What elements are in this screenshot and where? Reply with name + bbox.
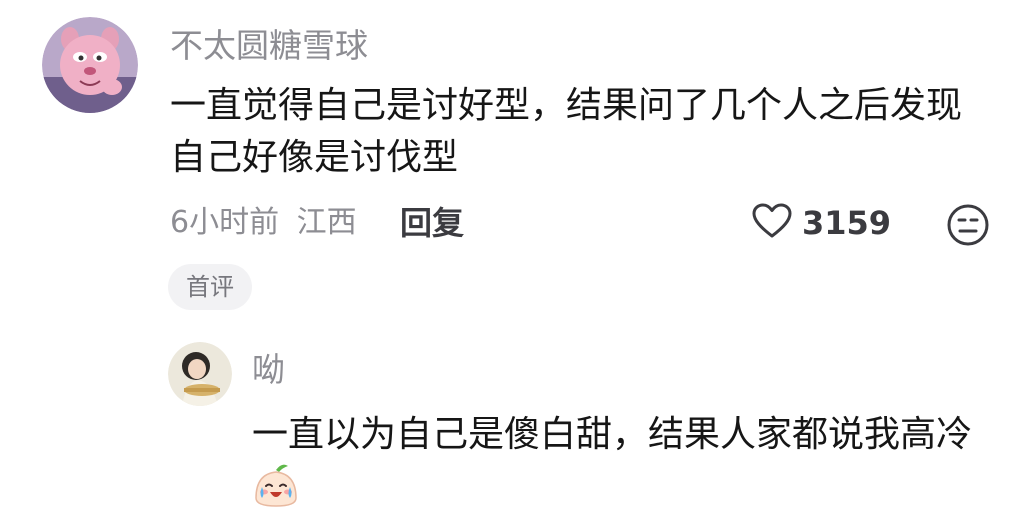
like-count: 3159 — [802, 204, 892, 242]
comment-location: 江西 — [296, 205, 357, 240]
woman-photo-avatar-icon[interactable] — [168, 342, 232, 406]
first-comment-badge: 首评 — [168, 264, 252, 310]
username[interactable]: 不太圆糖雪球 — [170, 26, 368, 66]
neutral-face-icon[interactable] — [946, 203, 990, 247]
reply-text: 一直以为自己是傻白甜，结果人家都说我高冷 — [252, 414, 973, 455]
reply-button[interactable]: 回复 — [400, 203, 464, 243]
comment-text: 一直觉得自己是讨好型，结果问了几个人之后发现自己好像是讨伐型 — [170, 85, 963, 178]
comment-time: 6小时前 — [170, 205, 280, 240]
pink-panther-avatar-icon[interactable] — [42, 17, 138, 113]
heart-outline-icon[interactable] — [752, 203, 792, 243]
like-button[interactable]: 3159 — [752, 201, 891, 245]
crying-laughing-bun-emoji-icon — [252, 462, 300, 510]
comment-meta: 6小时前 江西 — [170, 203, 357, 243]
comment-thread: 不太圆糖雪球 一直觉得自己是讨好型，结果问了几个人之后发现自己好像是讨伐型 6小… — [0, 0, 1032, 517]
reply-username[interactable]: 呦 — [252, 350, 285, 390]
